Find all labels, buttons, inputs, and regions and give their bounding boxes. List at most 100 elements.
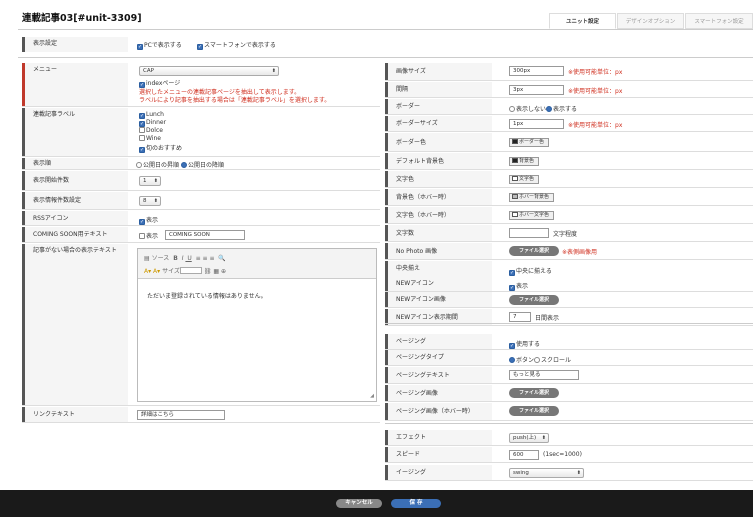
bcolor-row: ボーダー色 ボーダー色	[385, 133, 753, 152]
rss-checkbox[interactable]: ✓ 表示	[139, 215, 158, 225]
display-sp-checkbox[interactable]: ✓ スマートフォンで表示する	[197, 40, 276, 50]
find-icon[interactable]: 🔍	[216, 255, 225, 262]
newicon-checkbox-text: 表示	[516, 282, 529, 290]
menu-select[interactable]: CAP ⬍	[139, 66, 279, 76]
page-title: 連載記事03[#unit-3309]	[22, 13, 142, 24]
start-select[interactable]: 1 ⬍	[139, 176, 161, 186]
label-checkbox-1[interactable]: ✓ Dinner	[139, 119, 182, 127]
bsize-input[interactable]: 1px	[509, 119, 564, 129]
ptype-radio[interactable]	[534, 356, 541, 363]
bcolor-color-button[interactable]: ボーダー色	[509, 138, 550, 147]
speed-input[interactable]: 600	[509, 450, 539, 460]
noarticle-row: 記事がない場合の表示テキスト ▤ ソース B I U ≡ ≡ ≡ 🔍 A▾ A▾…	[22, 244, 380, 406]
italic-icon[interactable]: I	[180, 255, 184, 262]
border-radio-text: 表示する	[553, 105, 578, 113]
label-checkbox-0[interactable]: ✓ Lunch	[139, 111, 182, 119]
link-label: リンクテキスト	[22, 407, 128, 422]
newicon-checkbox[interactable]: ✓ 表示	[509, 281, 528, 291]
index-page-text: indexページ	[146, 80, 181, 87]
display-pc-checkbox[interactable]: ✓ PCで表示する	[137, 40, 182, 50]
easing-select[interactable]: swing ⬍	[509, 468, 584, 478]
coming-checkbox[interactable]: 表示	[139, 231, 158, 240]
border-radio[interactable]	[509, 105, 515, 112]
link-input[interactable]: 詳細はこちら	[137, 410, 225, 420]
labels-row: 連載記事ラベル ✓ Lunch ✓ Dinner Dolce Wine ✓ 旬のおすすめ	[22, 108, 380, 157]
font-size-select[interactable]	[179, 267, 202, 274]
source-icon[interactable]: ▤	[144, 255, 150, 262]
globe-icon[interactable]: ⊕	[221, 268, 226, 275]
paging-checkbox[interactable]: ✓ 使用する	[509, 339, 540, 349]
coming-check-text: 表示	[146, 233, 159, 240]
center-row: 中央揃え ✓ 中央に揃える	[385, 261, 753, 277]
align-right-icon[interactable]: ≡	[209, 255, 214, 262]
newimg-row: NEWアイコン画像 ファイル選択	[385, 292, 753, 308]
newdays-input[interactable]: 7	[509, 312, 531, 322]
coming-input[interactable]: COMING SOON	[165, 230, 245, 240]
tcolor-color-button[interactable]: 文字色	[509, 175, 540, 184]
nophoto-row: No Photo 画像 ファイル選択 ※表側画像用	[385, 243, 753, 260]
phover-file-button[interactable]: ファイル選択	[509, 406, 559, 416]
bg-color-icon[interactable]: A▾	[153, 268, 160, 275]
ptype-label: ページングタイプ	[385, 350, 492, 365]
hbg-row: 背景色（ホバー時） ホバー背景色	[385, 189, 753, 206]
border-row: ボーダー 表示しない 表示する	[385, 99, 753, 115]
align-left-icon[interactable]: ≡	[194, 255, 201, 262]
save-button[interactable]: 保 存	[391, 499, 441, 508]
newimg-file-button[interactable]: ファイル選択	[509, 295, 559, 305]
display-sp-text: スマートフォンで表示する	[204, 42, 276, 49]
border-label: ボーダー	[385, 99, 492, 114]
order-desc-radio[interactable]: 公開日の降順	[181, 160, 224, 169]
align-center-icon[interactable]: ≡	[203, 255, 208, 262]
order-row: 表示順 公開日の昇順 公開日の降順	[22, 158, 380, 170]
ptype-radio-group[interactable]: ボタン スクロール	[509, 355, 571, 364]
color-swatch-icon	[512, 176, 518, 181]
chars-row: 文字数 文字程度	[385, 225, 753, 242]
center-checkbox[interactable]: ✓ 中央に揃える	[509, 266, 552, 276]
nophoto-label: No Photo 画像	[385, 243, 492, 259]
select-arrow-icon: ⬍	[576, 470, 581, 476]
tab-unit-settings[interactable]: ユニット設定	[549, 13, 616, 29]
hbg-label: 背景色（ホバー時）	[385, 189, 492, 205]
imgsize-input[interactable]: 300px	[509, 66, 564, 76]
count-select[interactable]: 8 ⬍	[139, 196, 161, 206]
label-checkbox-2[interactable]: Dolce	[139, 127, 182, 135]
bcolor-label: ボーダー色	[385, 133, 492, 151]
order-asc-radio[interactable]: 公開日の昇順	[136, 160, 179, 169]
ptype-radio[interactable]	[509, 356, 515, 363]
pimg-file-button[interactable]: ファイル選択	[509, 388, 559, 398]
label-checkbox-3[interactable]: Wine	[139, 135, 182, 143]
newicon-label: NEWアイコン	[385, 276, 492, 291]
rss-row: RSSアイコン ✓ 表示	[22, 211, 380, 226]
label-checkbox-text: Lunch	[146, 111, 164, 118]
text-color-icon[interactable]: A▾	[144, 268, 151, 275]
effect-select[interactable]: push(上) ⬍	[509, 433, 549, 443]
chars-input[interactable]	[509, 228, 549, 238]
resize-handle[interactable]: ◢	[370, 393, 374, 399]
htc-color-button[interactable]: ホバー文字色	[509, 211, 555, 220]
tab-design-options[interactable]: デザインオプション	[617, 13, 684, 29]
rich-text-editor[interactable]: ▤ ソース B I U ≡ ≡ ≡ 🔍 A▾ A▾ サイズ ⛓ ▦ ⊕ ただいま…	[137, 248, 377, 402]
source-button[interactable]: ソース	[152, 255, 170, 262]
table-icon[interactable]: ▦	[213, 268, 219, 275]
hbg-color-button[interactable]: ホバー背景色	[509, 193, 555, 202]
border-radio[interactable]	[546, 105, 553, 112]
labels-list: ✓ Lunch ✓ Dinner Dolce Wine ✓ 旬のおすすめ	[139, 111, 182, 153]
border-radio-group[interactable]: 表示しない 表示する	[509, 104, 577, 113]
gap-input[interactable]: 3px	[509, 85, 564, 95]
nophoto-note: ※表側画像用	[562, 249, 598, 256]
menu-row: メニュー CAP ⬍ ✓ indexページ 選択したメニューの連載記事ページを抽出し…	[22, 63, 380, 107]
bold-icon[interactable]: B	[171, 255, 178, 262]
bg-color-button[interactable]: 背景色	[509, 157, 540, 166]
label-checkbox-text: Dolce	[146, 127, 163, 134]
cancel-button[interactable]: キャンセル	[336, 499, 382, 508]
underline-icon[interactable]: U	[185, 255, 191, 262]
menu-note-2: ラベルにより記事を抽出する場合は「連載記事ラベル」を選択します。	[139, 97, 331, 104]
nophoto-file-button[interactable]: ファイル選択	[509, 246, 559, 256]
link-icon[interactable]: ⛓	[204, 268, 212, 275]
chars-note: 文字程度	[553, 231, 578, 238]
label-checkbox-4[interactable]: ✓ 旬のおすすめ	[139, 143, 182, 153]
bg-label: デフォルト背景色	[385, 153, 492, 169]
tab-smartphone-settings[interactable]: スマートフォン設定	[685, 13, 753, 29]
paging-checkbox-text: 使用する	[516, 340, 541, 348]
ptext-input[interactable]: もっと見る	[509, 370, 579, 380]
